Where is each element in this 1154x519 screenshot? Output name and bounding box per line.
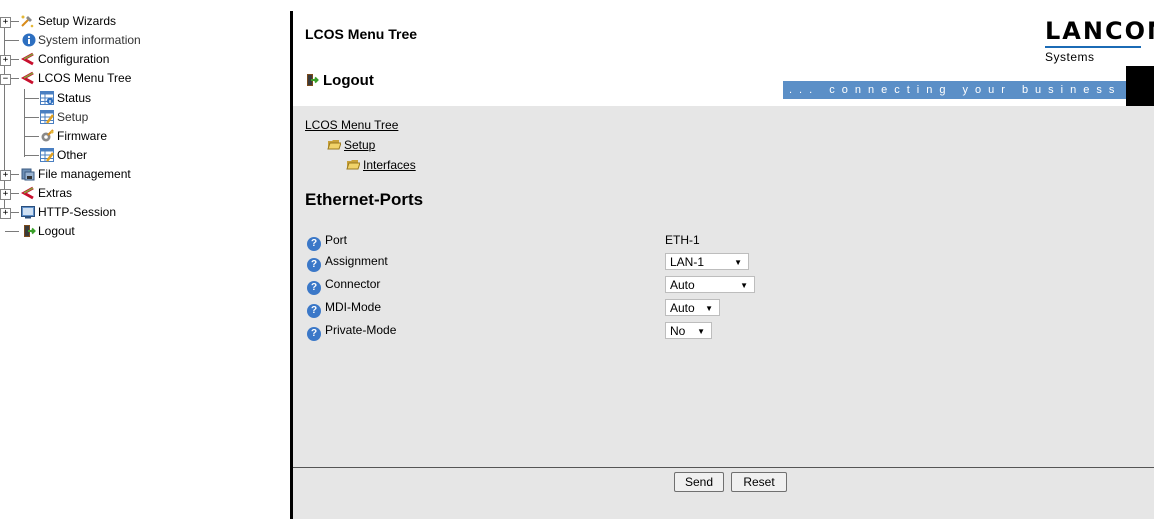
slogan-end-block: [1126, 66, 1154, 106]
expand-icon[interactable]: +: [0, 189, 11, 200]
private-mode-label: ? Private-Mode: [307, 323, 396, 341]
chevron-down-icon: ▼: [697, 327, 705, 336]
tree-label: HTTP-Session: [38, 205, 117, 219]
help-icon[interactable]: ?: [307, 237, 321, 251]
breadcrumb-setup-label: Setup: [344, 138, 376, 152]
firmware-icon: [41, 129, 54, 142]
extras-icon: [21, 186, 34, 200]
tree-item-setup-wizards[interactable]: + Setup Wizards: [0, 12, 200, 31]
lancom-logo: LANCOM Systems: [1045, 17, 1154, 64]
section-title: Ethernet-Ports: [305, 190, 424, 209]
connector-select[interactable]: Auto ▼: [665, 276, 755, 293]
tree-item-lcos-menu-tree[interactable]: − LCOS Menu Tree: [0, 69, 200, 88]
chevron-down-icon: ▼: [705, 304, 713, 313]
tree-label: Status: [57, 91, 92, 105]
info-icon: [22, 33, 36, 47]
breadcrumb-setup[interactable]: Setup: [327, 135, 375, 152]
expand-icon[interactable]: +: [0, 17, 11, 28]
port-value: ETH-1: [665, 233, 700, 247]
setup-wizards-icon: [21, 15, 34, 28]
tree-label: Setup: [57, 110, 89, 124]
collapse-icon[interactable]: −: [0, 74, 11, 85]
tree-item-firmware[interactable]: Firmware: [0, 127, 200, 146]
help-icon[interactable]: ?: [307, 304, 321, 318]
connector-label: ? Connector: [307, 277, 380, 295]
reset-button[interactable]: Reset: [731, 472, 787, 492]
page-title: LCOS Menu Tree: [305, 26, 418, 42]
footer: Send Reset: [293, 468, 1154, 519]
chevron-down-icon: ▼: [740, 281, 748, 290]
main-panel: LCOS Menu Tree Setup Interfaces Ethernet…: [293, 106, 1154, 468]
tree-item-other[interactable]: Other: [0, 146, 200, 165]
tree-label: Setup Wizards: [38, 14, 117, 28]
port-label: ? Port: [307, 233, 347, 251]
logout-label: Logout: [323, 72, 374, 89]
breadcrumb-interfaces-label: Interfaces: [363, 158, 416, 172]
assignment-label: ? Assignment: [307, 254, 388, 272]
tree-item-http-session[interactable]: + HTTP-Session: [0, 203, 200, 222]
logo-wordmark: LANCOM: [1045, 17, 1154, 45]
status-table-icon: [40, 91, 54, 105]
mdi-mode-select[interactable]: Auto ▼: [665, 299, 720, 316]
header: LCOS Menu Tree LANCOM Systems Logout ...…: [293, 0, 1154, 106]
tree-label: LCOS Menu Tree: [38, 71, 132, 85]
http-session-icon: [21, 206, 35, 219]
logo-rule: [1045, 46, 1141, 48]
slogan-bar: ... connecting your business: [783, 81, 1126, 99]
expand-icon[interactable]: +: [0, 55, 11, 66]
private-mode-select[interactable]: No ▼: [665, 322, 712, 339]
help-icon[interactable]: ?: [307, 281, 321, 295]
tree-label: Firmware: [57, 129, 107, 143]
tree-label: Other: [57, 148, 88, 162]
help-icon[interactable]: ?: [307, 258, 321, 272]
logout-icon: [24, 225, 36, 237]
tree-item-system-information[interactable]: System information: [0, 31, 200, 50]
mdi-mode-label: ? MDI-Mode: [307, 300, 381, 318]
tree-item-configuration[interactable]: + Configuration: [0, 50, 200, 69]
logo-subtitle: Systems: [1045, 50, 1095, 64]
logout-icon: [307, 74, 319, 86]
expand-icon[interactable]: +: [0, 208, 11, 219]
tree-label: Configuration: [38, 52, 110, 66]
lcos-menu-tree-icon: [21, 71, 34, 85]
breadcrumb-interfaces[interactable]: Interfaces: [346, 155, 416, 172]
expand-icon[interactable]: +: [0, 170, 11, 181]
chevron-down-icon: ▼: [734, 258, 742, 267]
tree-item-status[interactable]: Status: [0, 89, 200, 108]
tree-item-extras[interactable]: + Extras: [0, 184, 200, 203]
folder-open-icon: [346, 160, 360, 170]
configuration-icon: [21, 52, 34, 66]
assignment-select[interactable]: LAN-1 ▼: [665, 253, 749, 270]
tree-label: System information: [38, 33, 141, 47]
breadcrumb-root[interactable]: LCOS Menu Tree: [305, 118, 398, 132]
tree-item-logout[interactable]: Logout: [0, 222, 200, 241]
logout-link[interactable]: Logout: [305, 71, 374, 89]
navigation-tree: + Setup Wizards System information + Con…: [0, 0, 290, 519]
tree-label: Logout: [38, 224, 75, 238]
tree-item-file-management[interactable]: + File management: [0, 165, 200, 184]
other-table-icon: [40, 148, 54, 162]
folder-open-icon: [327, 140, 341, 150]
setup-table-icon: [40, 110, 54, 124]
tree-label: File management: [38, 167, 131, 181]
send-button[interactable]: Send: [674, 472, 724, 492]
tree-label: Extras: [38, 186, 73, 200]
help-icon[interactable]: ?: [307, 327, 321, 341]
file-management-icon: [21, 168, 35, 181]
tree-item-setup[interactable]: Setup: [0, 108, 200, 127]
